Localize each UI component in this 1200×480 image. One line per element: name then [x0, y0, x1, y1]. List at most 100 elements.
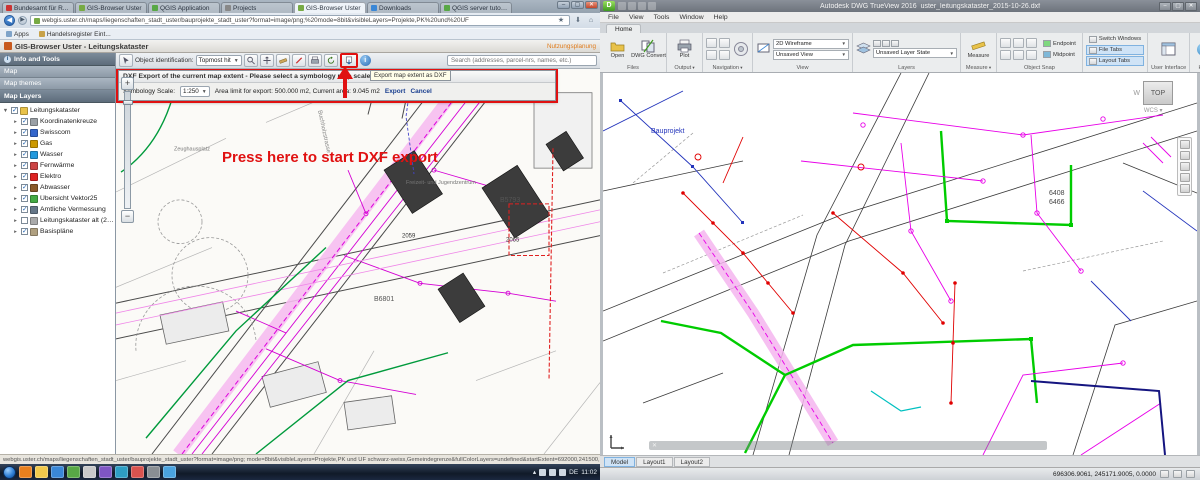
layer-checkbox[interactable] [21, 140, 28, 147]
info-tools-header[interactable]: iInfo and Tools [0, 53, 115, 66]
bookmark-star-icon[interactable]: ★ [556, 16, 566, 26]
back-button[interactable]: ◀ [4, 15, 15, 26]
browser-tab[interactable]: Projects [221, 2, 293, 13]
print-button[interactable] [308, 54, 322, 67]
command-line-bar[interactable]: ✕ [649, 441, 1047, 450]
snap-icon[interactable] [1026, 38, 1037, 48]
export-button[interactable]: Export [385, 88, 406, 95]
viewcube-top-face[interactable]: TOP [1143, 81, 1173, 105]
layer-checkbox[interactable] [11, 107, 18, 114]
status-tool-icon[interactable] [1173, 470, 1182, 478]
zoom-icon[interactable] [1180, 162, 1190, 171]
layer-checkbox[interactable] [21, 129, 28, 136]
gis-map-area[interactable]: B5793 B6801 2059 2065 Buchholzstrasse Ze… [116, 53, 600, 454]
expander-icon[interactable]: ▸ [12, 196, 19, 202]
layer-tool-icon[interactable] [891, 40, 899, 47]
taskbar-app-icon[interactable] [115, 466, 128, 478]
snap-icon[interactable] [1013, 50, 1024, 60]
map-themes-row[interactable]: Map themes [0, 78, 115, 90]
expander-icon[interactable]: ▸ [12, 130, 19, 136]
menu-view[interactable]: View [629, 14, 644, 21]
zoom-extents-icon[interactable] [719, 38, 730, 48]
orbit-icon[interactable] [706, 50, 717, 60]
layer-node-root[interactable]: ▼Leitungskataster [2, 105, 115, 116]
identify-tool-button[interactable] [119, 54, 133, 67]
showmotion-icon[interactable] [1180, 184, 1190, 193]
help-button[interactable]: ? [1193, 43, 1200, 56]
tab-home[interactable]: Home [606, 24, 641, 33]
compass-west-label[interactable]: W [1133, 90, 1140, 97]
expander-icon[interactable]: ▼ [2, 108, 9, 114]
zoom-slider-handle[interactable] [123, 100, 133, 105]
quick-access-toolbar[interactable] [618, 2, 656, 10]
tray-icon[interactable] [539, 469, 546, 476]
browser-tab-active[interactable]: GIS-Browser Uster [294, 2, 366, 13]
search-input[interactable] [447, 55, 597, 66]
tray-icon[interactable] [549, 469, 556, 476]
layer-node[interactable]: ▸Basispläne [2, 226, 115, 237]
gis-header-link[interactable]: Nutzungsplanung [547, 43, 596, 50]
taskbar-app-icon[interactable] [99, 466, 112, 478]
layer-checkbox[interactable] [21, 206, 28, 213]
wcs-menu[interactable]: WCS ▾ [1144, 107, 1163, 114]
layer-checkbox[interactable] [21, 162, 28, 169]
drawing-canvas[interactable]: 6408 6466 Bauprojekt W TOP WCS ▾ ✕ [600, 73, 1200, 455]
layer-checkbox[interactable] [21, 118, 28, 125]
bookmark-apps[interactable]: Apps [6, 31, 29, 38]
taskbar-media-icon[interactable] [51, 466, 64, 478]
layer-checkbox[interactable] [21, 195, 28, 202]
zoom-in-button[interactable]: + [121, 77, 134, 90]
zoom-out-button[interactable]: − [121, 210, 134, 223]
full-navigation-wheel-icon[interactable] [1180, 140, 1190, 149]
browser-tab[interactable]: GIS-Browser Uster [75, 2, 147, 13]
expander-icon[interactable]: ▸ [12, 119, 19, 125]
menu-tools[interactable]: Tools [654, 14, 670, 21]
symbology-scale-select[interactable]: 1:250▼ [180, 86, 210, 97]
layer-tool-icon[interactable] [882, 40, 890, 47]
layer-node[interactable]: ▸Gas [2, 138, 115, 149]
taskbar-explorer-icon[interactable] [35, 466, 48, 478]
layout1-tab[interactable]: Layout1 [636, 457, 672, 467]
close-icon[interactable]: ✕ [652, 442, 657, 449]
layer-tool-icon[interactable] [873, 40, 881, 47]
layer-node[interactable]: ▸Amtliche Vermessung [2, 204, 115, 215]
expander-icon[interactable]: ▸ [12, 218, 19, 224]
status-tool-icon[interactable] [1160, 470, 1169, 478]
measure-button[interactable]: Measure [964, 39, 993, 60]
layer-node[interactable]: ▸Leitungskataster alt (2001) [2, 215, 115, 226]
expander-icon[interactable]: ▸ [12, 152, 19, 158]
navigation-bar[interactable] [1177, 137, 1192, 196]
forward-button[interactable]: ▶ [18, 16, 27, 25]
taskbar-firefox-icon[interactable] [19, 466, 32, 478]
measure-tool-button[interactable] [276, 54, 290, 67]
pan-icon[interactable] [1180, 151, 1190, 160]
close-button[interactable]: ✕ [585, 1, 598, 9]
snap-icon[interactable] [1000, 50, 1011, 60]
home-icon[interactable]: ⌂ [586, 16, 596, 26]
zoom-slider-track[interactable] [124, 91, 131, 209]
info-help-button[interactable]: i [360, 55, 371, 66]
redline-tool-button[interactable] [292, 54, 306, 67]
zoom-in-tool-button[interactable] [244, 54, 258, 67]
map-panel-row[interactable]: Map [0, 66, 115, 78]
file-tabs-button[interactable]: File Tabs [1086, 45, 1144, 55]
close-button[interactable]: ✕ [1185, 2, 1197, 11]
download-icon[interactable]: ⬇ [573, 16, 583, 26]
bookmark-handelsregister[interactable]: Handelsregister Eint... [39, 31, 111, 38]
taskbar-app-icon[interactable] [83, 466, 96, 478]
expander-icon[interactable]: ▸ [12, 174, 19, 180]
user-interface-button[interactable] [1152, 42, 1186, 56]
maximize-button[interactable]: ▢ [1172, 2, 1184, 11]
endpoint-snap-button[interactable]: Endpoint [1040, 39, 1079, 49]
tray-expand-icon[interactable]: ▴ [533, 468, 536, 476]
layer-node[interactable]: ▸Elektro [2, 171, 115, 182]
layer-state-select[interactable]: Unsaved Layer State▼ [873, 48, 957, 58]
snap-icon[interactable] [1013, 38, 1024, 48]
open-button[interactable]: Open [603, 39, 632, 60]
snap-icon[interactable] [1000, 38, 1011, 48]
cancel-button[interactable]: Cancel [410, 88, 431, 95]
layer-checkbox[interactable] [21, 151, 28, 158]
dwg-convert-button[interactable]: DWG Convert [634, 39, 663, 60]
steering-wheel-icon[interactable] [719, 50, 730, 60]
cad-drawing[interactable]: 6408 6466 Bauprojekt [603, 73, 1197, 455]
